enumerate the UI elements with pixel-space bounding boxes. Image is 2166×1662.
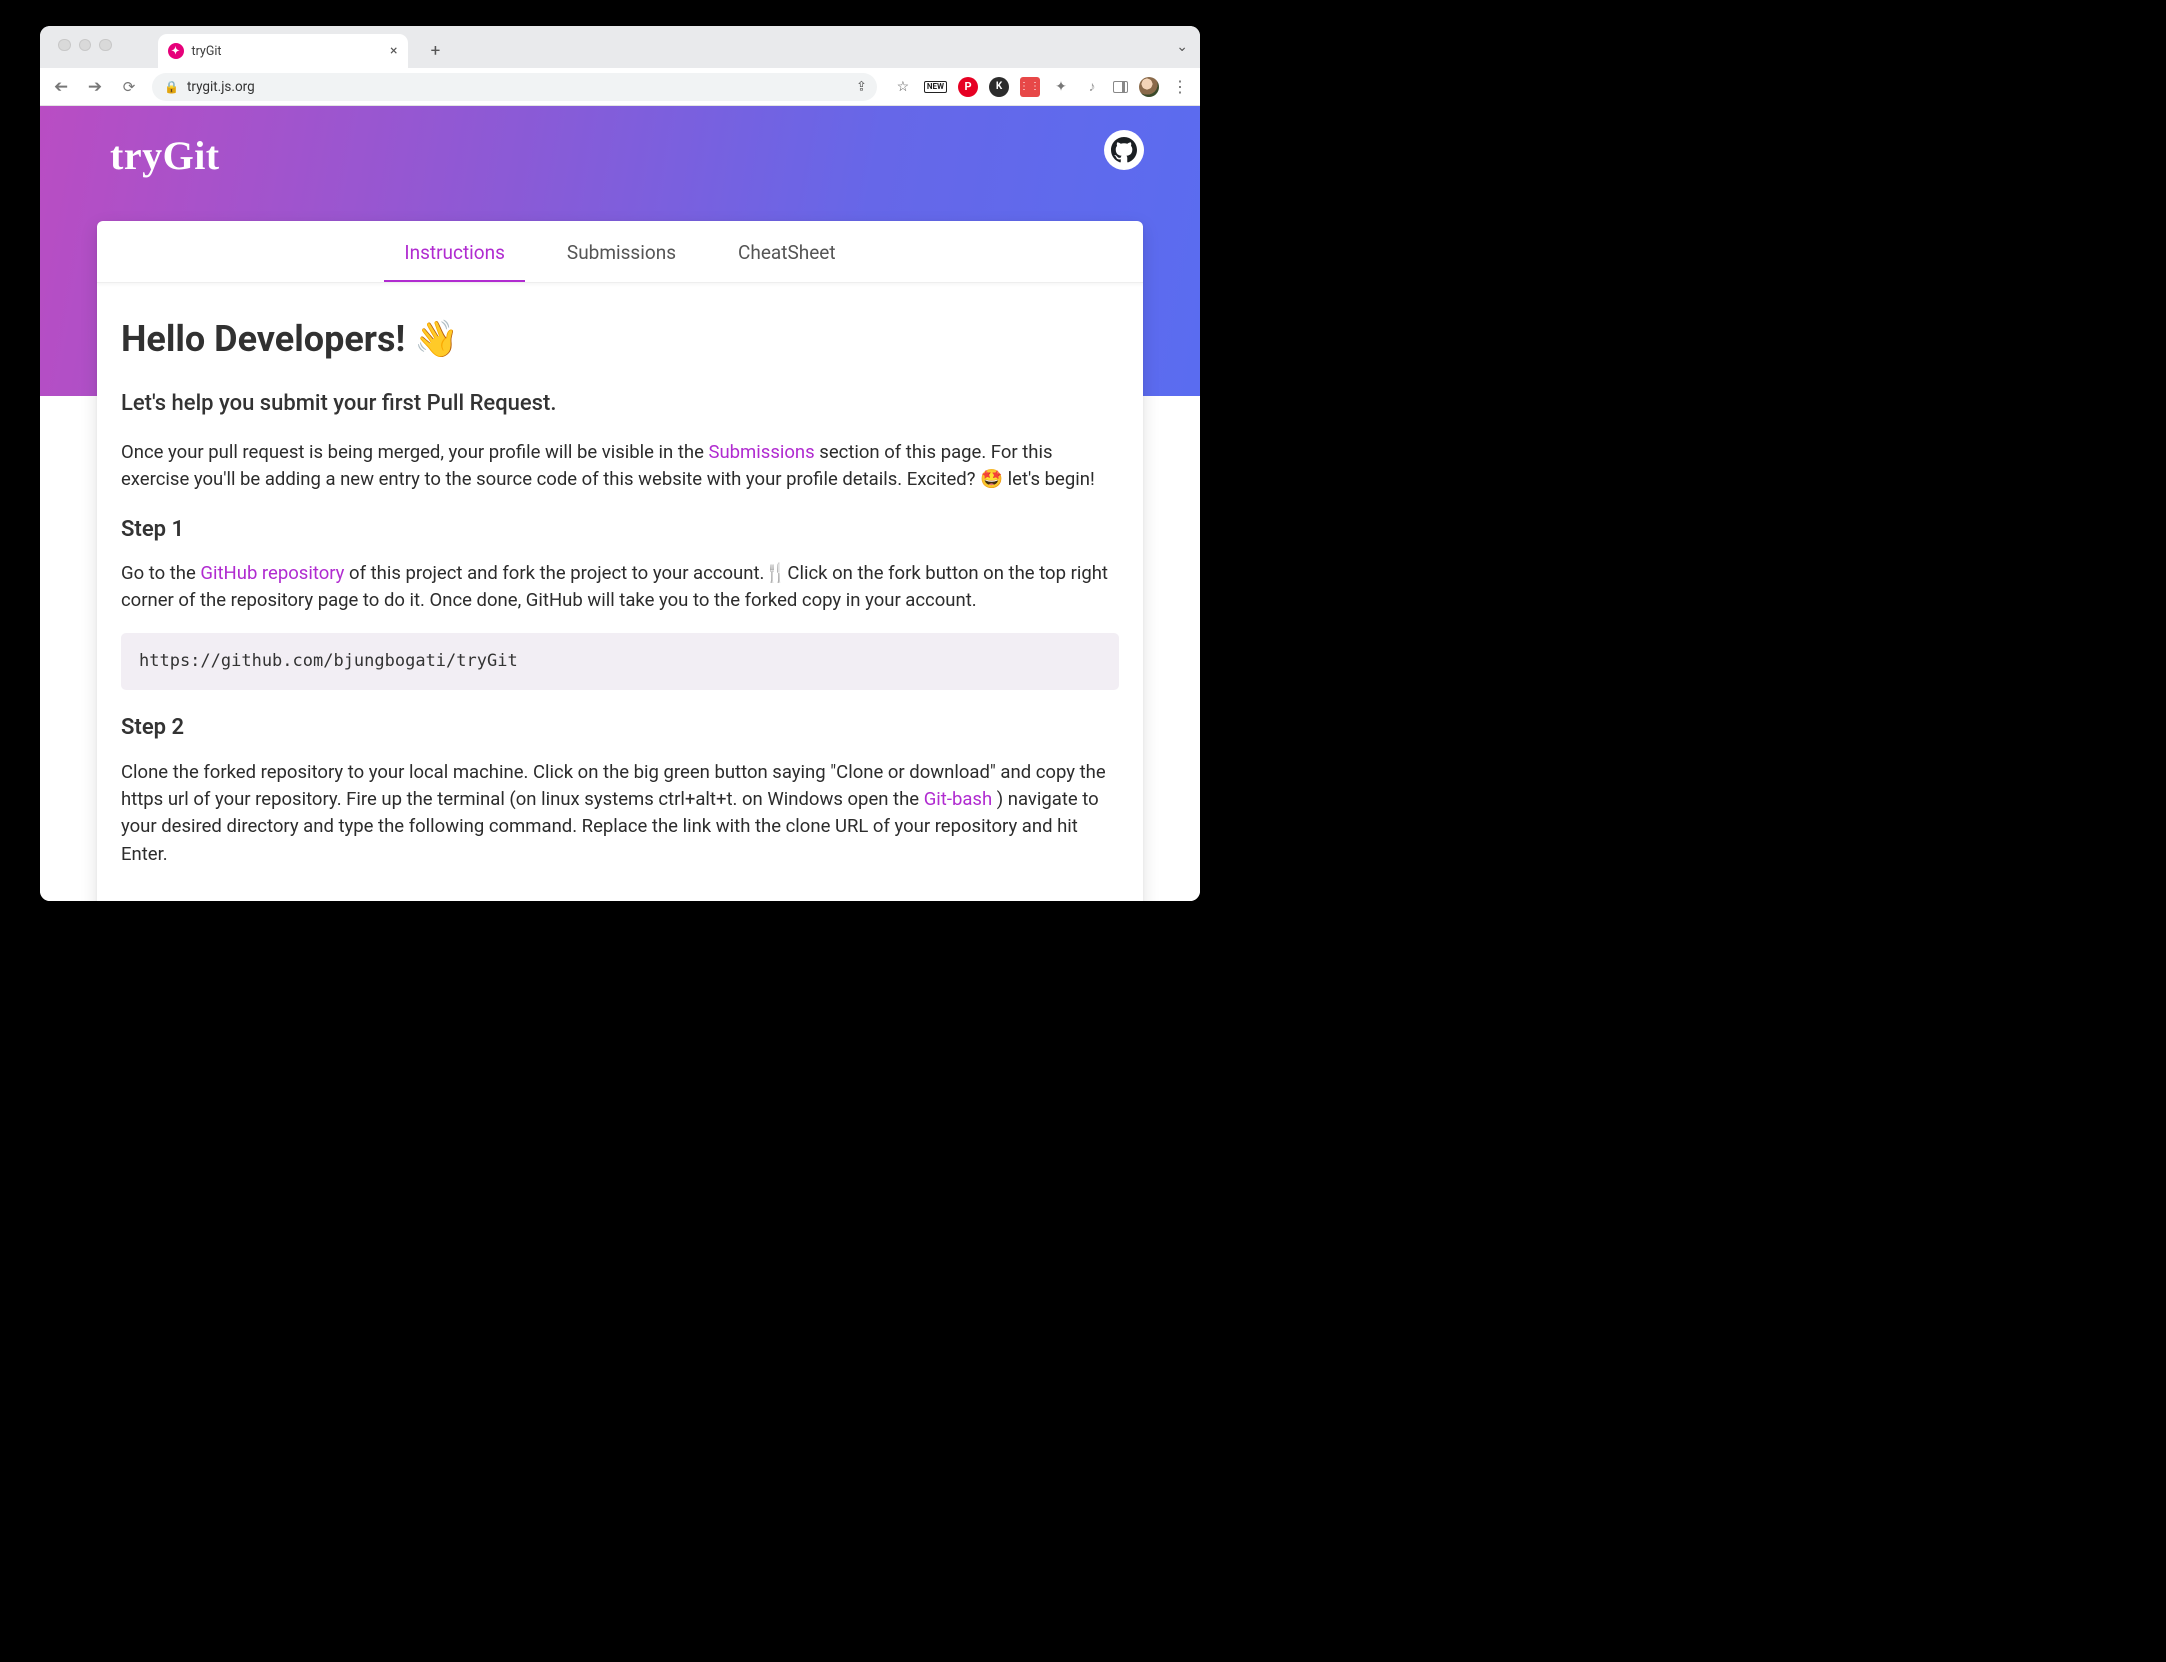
address-bar[interactable]: 🔒 trygit.js.org ⇪ bbox=[152, 73, 877, 101]
nav-reload-button[interactable]: ⟳ bbox=[118, 78, 140, 96]
github-link-button[interactable] bbox=[1104, 130, 1144, 170]
github-icon bbox=[1111, 137, 1137, 163]
share-icon[interactable]: ⇪ bbox=[856, 79, 867, 94]
tab-close-button[interactable]: × bbox=[390, 43, 397, 59]
step1-paragraph: Go to the GitHub repository of this proj… bbox=[121, 560, 1119, 615]
extension-k-icon[interactable]: K bbox=[989, 77, 1009, 97]
browser-toolbar: ➔ ➔ ⟳ 🔒 trygit.js.org ⇪ ☆ NEW P K ⋮⋮ ✦ ♪… bbox=[40, 68, 1200, 106]
browser-tab-bar: ✦ tryGit × + ⌄ bbox=[40, 26, 1200, 68]
step2-paragraph: Clone the forked repository to your loca… bbox=[121, 759, 1119, 869]
window-minimize-button[interactable] bbox=[79, 39, 92, 52]
tabs-overflow-button[interactable]: ⌄ bbox=[1176, 39, 1188, 55]
pinterest-icon[interactable]: P bbox=[958, 77, 978, 97]
extension-grid-icon[interactable]: ⋮⋮ bbox=[1020, 77, 1040, 97]
page-subheading: Let's help you submit your first Pull Re… bbox=[121, 388, 1119, 421]
content-card: Instructions Submissions CheatSheet Hell… bbox=[97, 221, 1143, 901]
site-logo[interactable]: tryGit bbox=[110, 132, 220, 179]
extension-icons: ☆ NEW P K ⋮⋮ ✦ ♪ ⋮ bbox=[889, 77, 1190, 97]
new-tab-button[interactable]: + bbox=[422, 37, 450, 65]
step1-text-pre: Go to the bbox=[121, 562, 200, 584]
music-note-icon[interactable]: ♪ bbox=[1082, 77, 1102, 97]
step2-heading: Step 2 bbox=[121, 712, 1119, 745]
intro-text-pre: Once your pull request is being merged, … bbox=[121, 441, 708, 463]
nav-forward-button[interactable]: ➔ bbox=[84, 77, 106, 97]
extensions-button-icon[interactable]: ✦ bbox=[1051, 77, 1071, 97]
tab-title: tryGit bbox=[192, 44, 222, 59]
tab-submissions[interactable]: Submissions bbox=[559, 223, 684, 281]
browser-tab-active[interactable]: ✦ tryGit × bbox=[158, 34, 408, 68]
browser-window: ✦ tryGit × + ⌄ ➔ ➔ ⟳ 🔒 trygit.js.org ⇪ ☆… bbox=[40, 26, 1200, 901]
browser-menu-button[interactable]: ⋮ bbox=[1170, 77, 1190, 97]
tab-favicon-icon: ✦ bbox=[168, 43, 184, 59]
side-panel-icon[interactable] bbox=[1113, 81, 1128, 93]
content-tabs: Instructions Submissions CheatSheet bbox=[97, 221, 1143, 283]
nav-back-button[interactable]: ➔ bbox=[50, 77, 72, 97]
extension-new-icon[interactable]: NEW bbox=[924, 81, 947, 93]
window-traffic-lights bbox=[52, 26, 118, 68]
step1-repo-link[interactable]: GitHub repository bbox=[200, 562, 344, 584]
window-maximize-button[interactable] bbox=[99, 39, 112, 52]
card-body: Hello Developers! 👋 Let's help you submi… bbox=[97, 283, 1143, 901]
tab-instructions[interactable]: Instructions bbox=[396, 223, 513, 281]
step1-heading: Step 1 bbox=[121, 514, 1119, 547]
intro-submissions-link[interactable]: Submissions bbox=[708, 441, 814, 463]
bookmark-star-icon[interactable]: ☆ bbox=[893, 77, 913, 97]
window-close-button[interactable] bbox=[58, 39, 71, 52]
step1-code-block[interactable]: https://github.com/bjungbogati/tryGit bbox=[121, 633, 1119, 690]
page-heading: Hello Developers! 👋 bbox=[121, 313, 1119, 366]
page-viewport: tryGit Instructions Submissions CheatShe… bbox=[40, 106, 1200, 901]
lock-icon: 🔒 bbox=[164, 80, 179, 94]
address-url: trygit.js.org bbox=[187, 79, 255, 95]
intro-paragraph: Once your pull request is being merged, … bbox=[121, 439, 1119, 494]
profile-avatar-icon[interactable] bbox=[1139, 77, 1159, 97]
tab-cheatsheet[interactable]: CheatSheet bbox=[730, 223, 844, 281]
step2-gitbash-link[interactable]: Git-bash bbox=[924, 788, 992, 810]
